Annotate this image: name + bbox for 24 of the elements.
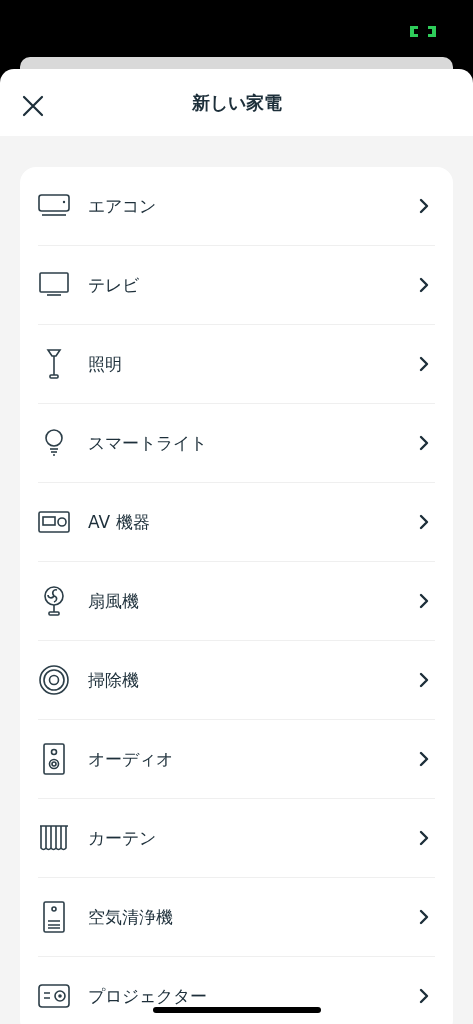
- chevron-icon: [419, 198, 429, 214]
- chevron-icon: [419, 277, 429, 293]
- chevron-icon: [419, 593, 429, 609]
- chevron-icon: [419, 514, 429, 530]
- device-row[interactable]: カーテン: [38, 799, 435, 878]
- device-row[interactable]: スマートライト: [38, 404, 435, 483]
- device-row[interactable]: 掃除機: [38, 641, 435, 720]
- device-row[interactable]: 空気清浄機: [38, 878, 435, 957]
- device-row[interactable]: AV 機器: [38, 483, 435, 562]
- device-row[interactable]: オーディオ: [38, 720, 435, 799]
- chevron-icon: [419, 751, 429, 767]
- chevron-icon: [419, 356, 429, 372]
- robot-vacuum-icon: [38, 664, 70, 696]
- device-row[interactable]: エアコン: [38, 167, 435, 246]
- chevron-icon: [419, 672, 429, 688]
- chevron-icon: [419, 909, 429, 925]
- device-row[interactable]: 照明: [38, 325, 435, 404]
- device-row[interactable]: テレビ: [38, 246, 435, 325]
- sheet-title: 新しい家電: [191, 90, 282, 115]
- chevron-icon: [419, 988, 429, 1004]
- bracket-icon: [410, 26, 436, 37]
- device-row[interactable]: 扇風機: [38, 562, 435, 641]
- chevron-icon: [419, 435, 429, 451]
- chevron-icon: [419, 830, 429, 846]
